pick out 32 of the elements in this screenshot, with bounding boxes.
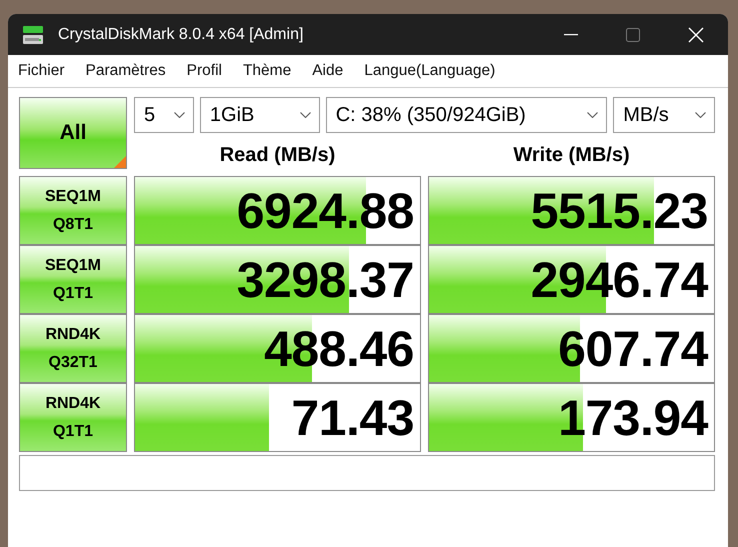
test-button[interactable]: SEQ1M Q8T1: [19, 176, 127, 245]
maximize-icon[interactable]: [626, 28, 640, 42]
chevron-down-icon: [300, 112, 311, 118]
menu-item[interactable]: Langue(Language): [364, 62, 496, 80]
chevron-down-icon: [695, 112, 706, 118]
all-button[interactable]: All: [19, 97, 127, 169]
window-title: CrystalDiskMark 8.0.4 x64 [Admin]: [58, 26, 304, 44]
test-button[interactable]: RND4K Q1T1: [19, 383, 127, 452]
result-value: 488.46: [264, 320, 415, 378]
minimize-icon[interactable]: [564, 34, 578, 36]
comment-field[interactable]: [19, 455, 715, 491]
column-header: Read (MB/s): [218, 142, 336, 166]
result-value: 173.94: [558, 388, 710, 446]
count-dropdown[interactable]: 5: [134, 97, 194, 133]
drive-dropdown[interactable]: C: 38% (350/924GiB): [326, 97, 608, 133]
disk-drive-icon: [22, 24, 44, 46]
column-header: Write (MB/s): [512, 142, 631, 166]
menu-item[interactable]: Thème: [242, 62, 292, 80]
menu-item[interactable]: Paramètres: [86, 62, 166, 80]
result-value: 71.43: [291, 388, 415, 446]
menu-item[interactable]: Fichier: [18, 62, 65, 80]
size-dropdown[interactable]: 1GiB: [200, 97, 320, 133]
chevron-down-icon: [174, 112, 185, 118]
menu-item[interactable]: Aide: [312, 62, 344, 80]
close-icon[interactable]: [688, 26, 704, 42]
menu-item[interactable]: Profil: [186, 62, 222, 80]
test-button[interactable]: SEQ1M Q1T1: [19, 245, 127, 314]
result-value: 2946.74: [530, 250, 710, 308]
chevron-down-icon: [587, 112, 598, 118]
unit-dropdown[interactable]: MB/s: [613, 97, 716, 133]
test-button[interactable]: RND4K Q32T1: [19, 314, 127, 383]
result-value: 607.74: [558, 320, 710, 378]
